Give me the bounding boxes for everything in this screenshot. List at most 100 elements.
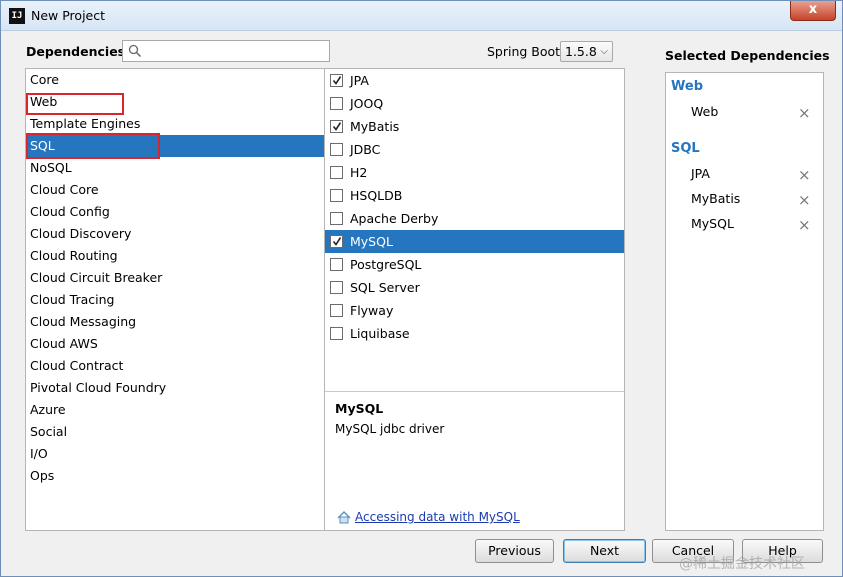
category-item-pivotal-cloud-foundry[interactable]: Pivotal Cloud Foundry	[26, 377, 324, 399]
category-item-cloud-config[interactable]: Cloud Config	[26, 201, 324, 223]
next-button-label: Next	[589, 543, 620, 558]
category-label: Core	[30, 72, 59, 87]
category-item-core[interactable]: Core	[26, 69, 324, 91]
checkbox-unchecked[interactable]	[330, 281, 343, 294]
remove-icon[interactable]: ×	[798, 193, 811, 208]
category-item-sql[interactable]: SQL	[26, 135, 324, 157]
category-item-nosql[interactable]: NoSQL	[26, 157, 324, 179]
dependency-item-apache-derby[interactable]: Apache Derby	[325, 207, 624, 230]
category-label: SQL	[30, 138, 55, 153]
remove-icon[interactable]: ×	[798, 106, 811, 121]
dependency-item-sql-server[interactable]: SQL Server	[325, 276, 624, 299]
search-field[interactable]	[122, 40, 330, 62]
category-label: Ops	[30, 468, 55, 483]
category-label: Cloud Contract	[30, 358, 124, 373]
dependency-item-jpa[interactable]: JPA	[325, 69, 624, 92]
category-label: Pivotal Cloud Foundry	[30, 380, 167, 395]
dependency-info-description: MySQL jdbc driver	[335, 422, 445, 436]
next-button[interactable]: Next	[563, 539, 646, 563]
category-label: NoSQL	[30, 160, 72, 175]
divider	[325, 391, 624, 392]
dependency-info-title: MySQL	[335, 401, 384, 416]
dependency-item-jdbc[interactable]: JDBC	[325, 138, 624, 161]
category-item-social[interactable]: Social	[26, 421, 324, 443]
dependency-item-postgresql[interactable]: PostgreSQL	[325, 253, 624, 276]
dependency-label: SQL Server	[350, 280, 420, 295]
chevron-down-icon: ⌵	[600, 46, 608, 57]
dependency-label: JPA	[350, 73, 369, 88]
category-label: Cloud Tracing	[30, 292, 115, 307]
checkbox-unchecked[interactable]	[330, 97, 343, 110]
checkbox-unchecked[interactable]	[330, 189, 343, 202]
dependency-item-liquibase[interactable]: Liquibase	[325, 322, 624, 345]
home-icon	[337, 511, 351, 524]
selected-item-mysql: MySQL	[691, 216, 734, 231]
previous-button-label: Previous	[488, 543, 541, 558]
check-icon	[333, 76, 341, 85]
selected-group-sql: SQL	[671, 141, 700, 156]
dependency-label: Flyway	[350, 303, 394, 318]
search-input[interactable]	[145, 42, 327, 60]
dependency-label: Liquibase	[350, 326, 410, 341]
dependency-list: Liquibase Flyway SQL Server PostgreSQL MySQL…	[324, 68, 625, 531]
category-label: Template Engines	[30, 116, 141, 131]
selected-dependencies-heading: Selected Dependencies	[665, 48, 830, 63]
checkbox-checked[interactable]	[330, 74, 343, 87]
remove-icon[interactable]: ×	[798, 168, 811, 183]
checkbox-unchecked[interactable]	[330, 166, 343, 179]
category-item-cloud-core[interactable]: Cloud Core	[26, 179, 324, 201]
intellij-idea-icon: IJ	[9, 8, 25, 24]
category-item-i-o[interactable]: I/O	[26, 443, 324, 465]
spring-boot-version-value: 1.5.8	[565, 44, 597, 59]
category-item-web[interactable]: Web	[26, 91, 324, 113]
category-item-cloud-tracing[interactable]: Cloud Tracing	[26, 289, 324, 311]
dependency-label: H2	[350, 165, 368, 180]
dependency-item-mybatis[interactable]: MyBatis	[325, 115, 624, 138]
category-item-cloud-aws[interactable]: Cloud AWS	[26, 333, 324, 355]
category-label: Cloud Config	[30, 204, 110, 219]
dependency-item-flyway[interactable]: Flyway	[325, 299, 624, 322]
category-label: Cloud Circuit Breaker	[30, 270, 163, 285]
dependency-item-jooq[interactable]: JOOQ	[325, 92, 624, 115]
guide-link[interactable]: Accessing data with MySQL	[355, 510, 520, 524]
selected-group-web: Web	[671, 79, 703, 94]
check-icon	[333, 237, 341, 246]
checkbox-unchecked[interactable]	[330, 327, 343, 340]
category-item-cloud-discovery[interactable]: Cloud Discovery	[26, 223, 324, 245]
category-label: I/O	[30, 446, 48, 461]
category-item-cloud-contract[interactable]: Cloud Contract	[26, 355, 324, 377]
spring-boot-version-select[interactable]: 1.5.8 ⌵	[560, 41, 613, 62]
category-item-cloud-messaging[interactable]: Cloud Messaging	[26, 311, 324, 333]
category-item-cloud-routing[interactable]: Cloud Routing	[26, 245, 324, 267]
category-list: Core Web Template Engines SQL NoSQL Cloud Cor…	[25, 68, 325, 531]
checkbox-checked[interactable]	[330, 235, 343, 248]
selected-item-web: Web	[691, 104, 719, 119]
spring-boot-label: Spring Boot	[487, 44, 561, 59]
dependencies-label: Dependencies	[26, 44, 126, 59]
checkbox-unchecked[interactable]	[330, 258, 343, 271]
close-button[interactable]: x	[790, 1, 836, 21]
selected-item-mybatis: MyBatis	[691, 191, 741, 206]
dependency-item-mysql[interactable]: MySQL	[325, 230, 624, 253]
remove-icon[interactable]: ×	[798, 218, 811, 233]
category-item-azure[interactable]: Azure	[26, 399, 324, 421]
checkbox-unchecked[interactable]	[330, 212, 343, 225]
category-item-ops[interactable]: Ops	[26, 465, 324, 487]
selected-dependencies-panel: Web Web × SQL JPA × MyBatis × MySQL ×	[665, 72, 824, 531]
category-label: Cloud Routing	[30, 248, 118, 263]
checkbox-checked[interactable]	[330, 120, 343, 133]
watermark: @稀土掘金技术社区	[679, 556, 805, 572]
selected-item-jpa: JPA	[691, 166, 710, 181]
category-label: Cloud Core	[30, 182, 99, 197]
checkbox-unchecked[interactable]	[330, 143, 343, 156]
category-label: Cloud AWS	[30, 336, 98, 351]
checkbox-unchecked[interactable]	[330, 304, 343, 317]
category-label: Azure	[30, 402, 66, 417]
dependency-label: Apache Derby	[350, 211, 439, 226]
category-item-cloud-circuit-breaker[interactable]: Cloud Circuit Breaker	[26, 267, 324, 289]
previous-button[interactable]: Previous	[475, 539, 554, 563]
dependency-label: JDBC	[350, 142, 381, 157]
category-item-template-engines[interactable]: Template Engines	[26, 113, 324, 135]
dependency-item-hsqldb[interactable]: HSQLDB	[325, 184, 624, 207]
dependency-item-h2[interactable]: H2	[325, 161, 624, 184]
